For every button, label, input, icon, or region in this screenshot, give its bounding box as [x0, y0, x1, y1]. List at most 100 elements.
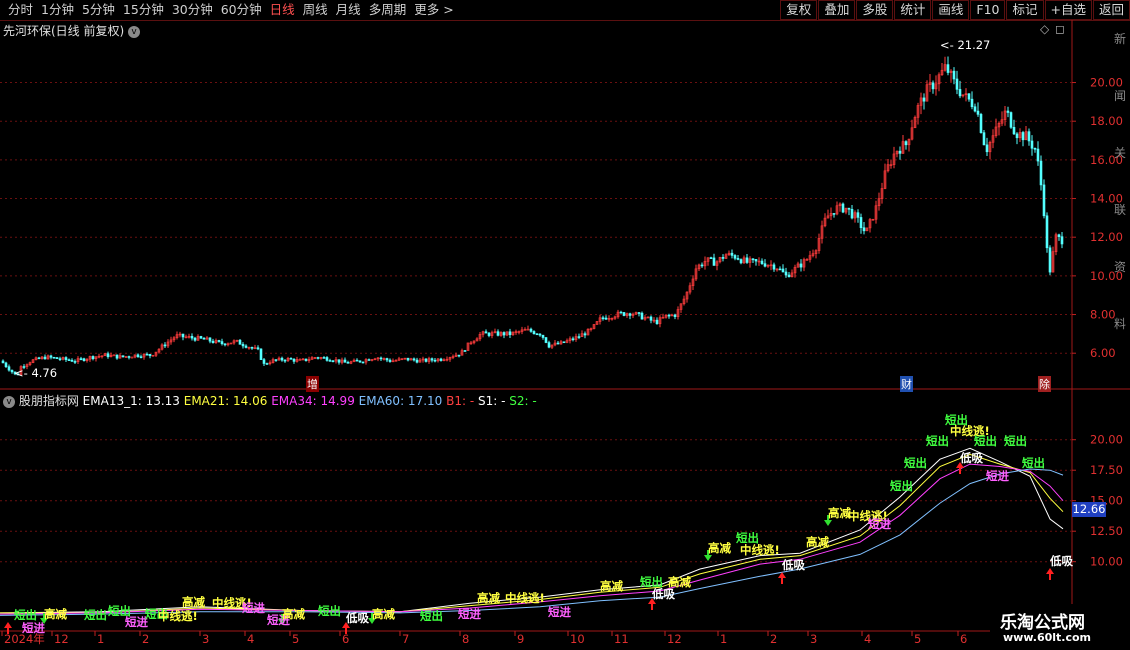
candle-body [562, 341, 566, 344]
legend-item: EMA60: 17.10 [358, 394, 447, 408]
candle-body [979, 114, 983, 133]
x-tick-label: 9 [517, 632, 524, 646]
candle-body [190, 336, 194, 339]
expand-icon[interactable]: ◻ [1055, 22, 1065, 36]
candle-body [385, 358, 389, 361]
legend-item: EMA34: 14.99 [271, 394, 359, 408]
marker-zeng[interactable]: 增 [306, 376, 319, 392]
right-edge-tab[interactable]: 新 [1114, 30, 1130, 47]
candle-body [904, 141, 908, 146]
candle-body [163, 344, 167, 347]
x-tick-label: 3 [202, 632, 209, 646]
ema-line-ema13_1 [0, 447, 1064, 614]
x-tick-label: 12 [667, 632, 682, 646]
x-tick-label: 3 [810, 632, 817, 646]
candle-body [535, 333, 539, 336]
low-price-label: <- 4.76 [14, 366, 58, 380]
candle-body [322, 357, 326, 359]
legend-item: B1: - [446, 394, 478, 408]
candle-body [181, 333, 185, 338]
candle-body [343, 359, 347, 363]
candle-body [604, 317, 608, 320]
candle-body [244, 345, 248, 348]
candle-body [799, 263, 803, 268]
candle-body [1036, 148, 1040, 162]
candle-body [850, 209, 854, 219]
candle-body [787, 274, 791, 278]
candle-body [532, 331, 536, 335]
watermark-title: 乐淘公式网 [1000, 613, 1085, 633]
candle-body [250, 346, 254, 349]
candle-body [298, 359, 302, 361]
marker-chu[interactable]: 除 [1038, 376, 1051, 392]
x-tick-label: 6 [960, 632, 967, 646]
ema-line-ema21 [0, 453, 1064, 614]
candle-body [1015, 133, 1019, 139]
candle-body [541, 334, 545, 338]
chevron-down-icon[interactable]: v [128, 25, 141, 38]
y-tick-label: 17.50 [1090, 463, 1123, 477]
candle-body [1048, 247, 1052, 273]
right-edge-tab[interactable]: 资 [1114, 258, 1130, 275]
buy-arrow-icon [1046, 568, 1054, 580]
settings-icon[interactable]: v [3, 395, 15, 408]
y-tick-label: 6.00 [1090, 346, 1116, 360]
candle-body [262, 359, 266, 364]
candle-body [556, 342, 560, 345]
candle-body [772, 264, 776, 270]
candle-body [91, 356, 95, 360]
candle-body [601, 317, 605, 320]
candle-body [139, 356, 143, 358]
candle-body [487, 332, 491, 336]
marker-cai[interactable]: 财 [900, 376, 913, 392]
x-tick-label: 11 [614, 632, 629, 646]
right-edge-tab[interactable]: 闻 [1114, 87, 1130, 104]
candle-body [778, 268, 782, 271]
candle-body [847, 207, 851, 210]
buy-arrow-icon [648, 598, 656, 610]
right-edge-tab[interactable]: 关 [1114, 144, 1130, 161]
candle-body [649, 316, 653, 321]
candle-body [859, 217, 863, 229]
right-edge-tab[interactable]: 联 [1114, 201, 1130, 218]
candle-body [583, 333, 587, 336]
indicator-grid: 10.0012.5015.0017.5020.00 [0, 433, 1123, 569]
candle-body [49, 355, 53, 358]
candle-body [67, 359, 71, 361]
candlestick-series [1, 56, 1064, 376]
candle-body [379, 357, 383, 360]
candle-body [781, 268, 785, 273]
candle-body [1042, 184, 1046, 217]
candle-body [733, 255, 737, 259]
candle-body [751, 258, 755, 261]
candle-body [745, 257, 749, 263]
chart-canvas[interactable]: 2024年 12 1 2 3 4 5 6 7 8 9 10 11 12 1 2 3 4 5 6 6.008.0010.… [0, 0, 1130, 650]
candle-body [640, 312, 644, 320]
candle-body [316, 357, 320, 359]
candle-body [484, 331, 488, 334]
x-tick-label: 8 [462, 632, 469, 646]
candle-body [637, 312, 641, 314]
y-tick-label: 8.00 [1090, 308, 1116, 322]
right-edge-tab[interactable]: 料 [1114, 315, 1130, 332]
candle-body [274, 359, 278, 361]
chart-frame: 2024年 12 1 2 3 4 5 6 7 8 9 10 11 12 1 2 3 4 5 6 [0, 20, 1130, 650]
candle-body [784, 271, 788, 276]
candle-body [328, 360, 332, 362]
candle-body [1039, 160, 1043, 186]
legend-item: EMA13_1: 13.13 [82, 394, 184, 408]
candle-body [331, 360, 335, 363]
candle-body [367, 359, 371, 361]
candle-body [238, 339, 242, 345]
candle-body [982, 132, 986, 146]
candle-body [283, 359, 287, 362]
candle-body [37, 357, 41, 360]
settings-diamond-icon[interactable]: ◇ [1040, 22, 1049, 36]
buy-arrow-icon [778, 572, 786, 584]
candle-body [130, 356, 134, 359]
candle-body [148, 353, 152, 356]
candle-body [82, 358, 86, 362]
candle-body [754, 259, 758, 262]
indicator-name: 股朋指标网 [18, 394, 79, 408]
main-grid: 6.008.0010.0012.0014.0016.0018.0020.00 [0, 76, 1123, 360]
